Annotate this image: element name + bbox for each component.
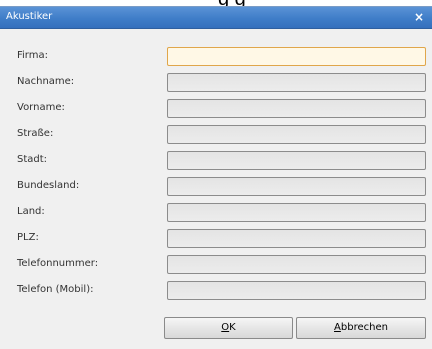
strasse-label: Straße: bbox=[17, 128, 54, 139]
form-row-telefon-mobil: Telefon (Mobil): bbox=[0, 281, 432, 301]
nachname-input[interactable] bbox=[167, 73, 426, 92]
akustiker-dialog: Akustiker × Firma: Nachname: Vorname: St… bbox=[0, 6, 432, 349]
ok-label-rest: K bbox=[229, 322, 236, 333]
plz-input[interactable] bbox=[167, 229, 426, 248]
form-row-strasse: Straße: bbox=[0, 125, 432, 145]
form-row-land: Land: bbox=[0, 203, 432, 223]
form-row-nachname: Nachname: bbox=[0, 73, 432, 93]
cancel-label-rest: bbrechen bbox=[340, 322, 388, 333]
land-input[interactable] bbox=[167, 203, 426, 222]
cancel-mnemonic: A bbox=[334, 322, 341, 333]
plz-label: PLZ: bbox=[17, 232, 39, 243]
form-row-plz: PLZ: bbox=[0, 229, 432, 249]
ok-mnemonic: O bbox=[221, 322, 230, 333]
vorname-input[interactable] bbox=[167, 99, 426, 118]
form-row-telefonnummer: Telefonnummer: bbox=[0, 255, 432, 275]
bundesland-label: Bundesland: bbox=[17, 180, 80, 191]
form-row-bundesland: Bundesland: bbox=[0, 177, 432, 197]
form-row-firma: Firma: bbox=[0, 47, 432, 67]
vorname-label: Vorname: bbox=[17, 102, 65, 113]
telefon-mobil-input[interactable] bbox=[167, 281, 426, 300]
strasse-input[interactable] bbox=[167, 125, 426, 144]
bundesland-input[interactable] bbox=[167, 177, 426, 196]
telefonnummer-label: Telefonnummer: bbox=[17, 258, 99, 269]
close-icon[interactable]: × bbox=[412, 10, 426, 24]
telefon-mobil-label: Telefon (Mobil): bbox=[17, 284, 94, 295]
form-row-vorname: Vorname: bbox=[0, 99, 432, 119]
title-bar[interactable]: Akustiker × bbox=[0, 7, 432, 29]
stadt-label: Stadt: bbox=[17, 154, 48, 165]
stadt-input[interactable] bbox=[167, 151, 426, 170]
ok-button[interactable]: OK bbox=[164, 317, 293, 339]
firma-label: Firma: bbox=[17, 50, 48, 61]
nachname-label: Nachname: bbox=[17, 76, 75, 87]
window-title: Akustiker bbox=[6, 11, 53, 22]
firma-input[interactable] bbox=[167, 47, 426, 66]
cancel-button[interactable]: Abbrechen bbox=[296, 317, 426, 339]
telefonnummer-input[interactable] bbox=[167, 255, 426, 274]
land-label: Land: bbox=[17, 206, 45, 217]
form-row-stadt: Stadt: bbox=[0, 151, 432, 171]
